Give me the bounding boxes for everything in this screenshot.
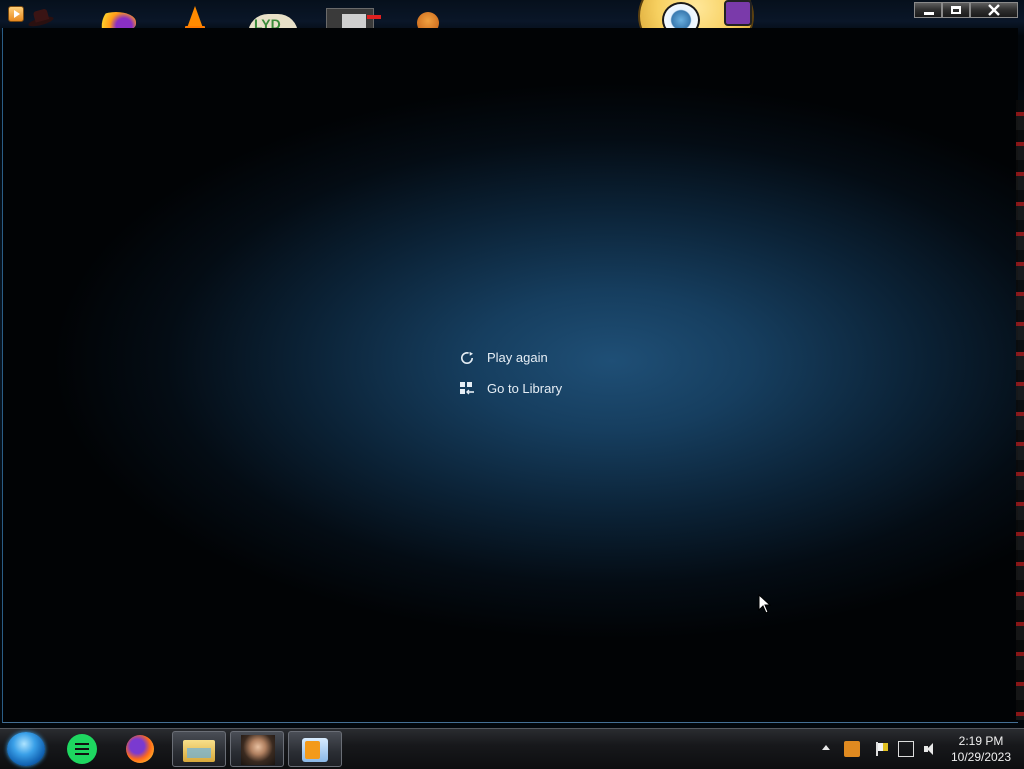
right-edge-decoration bbox=[1016, 100, 1024, 720]
start-button[interactable] bbox=[7, 732, 45, 766]
clock-date: 10/29/2023 bbox=[950, 750, 1012, 764]
taskbar-media-player-button[interactable] bbox=[288, 731, 342, 767]
play-again-button[interactable]: Play again bbox=[457, 347, 617, 369]
clock-time: 2:19 PM bbox=[958, 734, 1004, 748]
go-to-library-button[interactable]: Go to Library bbox=[457, 378, 617, 400]
minimize-button[interactable] bbox=[914, 2, 942, 18]
window-controls bbox=[914, 2, 1018, 20]
library-icon bbox=[460, 382, 474, 395]
taskbar-firefox-button[interactable] bbox=[114, 731, 168, 767]
tray-app-icon[interactable] bbox=[844, 741, 860, 757]
end-of-playback-menu: Play again Go to Library bbox=[457, 346, 617, 402]
taskbar-photo-viewer-button[interactable] bbox=[230, 731, 284, 767]
play-again-label: Play again bbox=[487, 350, 548, 365]
taskbar-spotify-button[interactable] bbox=[58, 731, 112, 767]
media-app-badge-icon[interactable] bbox=[8, 6, 24, 22]
network-icon[interactable] bbox=[898, 741, 914, 757]
refresh-icon bbox=[461, 351, 473, 364]
close-icon bbox=[988, 4, 1000, 16]
show-hidden-icons-button[interactable] bbox=[822, 745, 830, 750]
player-window: Play again Go to Library bbox=[2, 28, 1018, 723]
mascot-bow bbox=[724, 0, 752, 26]
go-to-library-label: Go to Library bbox=[487, 381, 563, 396]
taskbar: 2:19 PM 10/29/2023 bbox=[0, 728, 1024, 769]
action-center-flag-icon[interactable] bbox=[874, 741, 890, 757]
close-button[interactable] bbox=[970, 2, 1018, 18]
volume-icon[interactable] bbox=[922, 741, 938, 757]
system-clock[interactable]: 2:19 PM 10/29/2023 bbox=[946, 733, 1016, 767]
mouse-cursor-icon bbox=[758, 594, 772, 614]
desktop-background: Play again Go to Library bbox=[0, 0, 1024, 769]
taskbar-file-explorer-button[interactable] bbox=[172, 731, 226, 767]
maximize-button[interactable] bbox=[942, 2, 970, 18]
